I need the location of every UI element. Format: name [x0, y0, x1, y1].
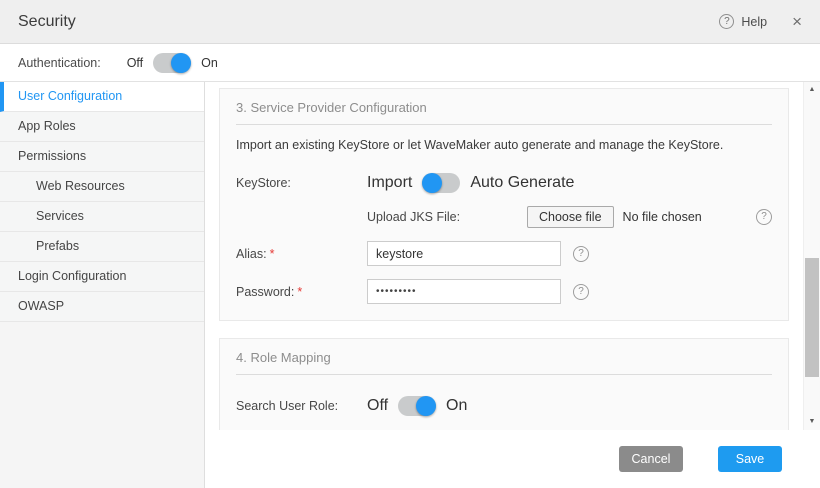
page-title: Security: [18, 13, 76, 31]
required-asterisk: *: [297, 285, 302, 299]
user-role-provider-row: Select User Role Provider: SAML ▼ ?: [236, 429, 772, 430]
section-role-mapping: 4. Role Mapping Search User Role: Off On…: [219, 338, 789, 430]
security-dialog: Security ? Help × Authentication: Off On…: [0, 0, 820, 488]
password-label-text: Password:: [236, 285, 294, 299]
authentication-label: Authentication:: [18, 56, 101, 70]
sidebar-item-user-configuration[interactable]: User Configuration: [0, 82, 204, 112]
help-icon: ?: [719, 14, 734, 29]
keystore-auto-generate-label: Auto Generate: [470, 174, 574, 192]
sidebar-item-app-roles[interactable]: App Roles: [0, 112, 204, 142]
sidebar-item-owasp[interactable]: OWASP: [0, 292, 204, 322]
sidebar-item-services[interactable]: Services: [0, 202, 204, 232]
user-role-provider-label: Select User Role Provider:: [236, 429, 367, 430]
keystore-toggle[interactable]: [422, 173, 460, 193]
help-icon[interactable]: ?: [573, 246, 589, 262]
keystore-label: KeyStore:: [236, 176, 367, 190]
authentication-bar: Authentication: Off On: [0, 44, 820, 82]
dialog-body: User Configuration App Roles Permissions…: [0, 82, 820, 488]
authentication-toggle[interactable]: [153, 53, 191, 73]
search-user-role-row: Search User Role: Off On: [236, 396, 772, 416]
sidebar-item-login-configuration[interactable]: Login Configuration: [0, 262, 204, 292]
section-divider: [236, 124, 772, 125]
file-chosen-status: No file chosen: [623, 210, 702, 224]
sidebar: User Configuration App Roles Permissions…: [0, 82, 205, 488]
section-title: 3. Service Provider Configuration: [220, 89, 788, 115]
password-label: Password:*: [236, 285, 367, 299]
vertical-scrollbar[interactable]: ▲ ▼: [803, 82, 820, 430]
alias-label-text: Alias:: [236, 247, 267, 261]
authentication-off-label: Off: [127, 56, 143, 70]
help-button[interactable]: ? Help: [719, 14, 767, 29]
alias-label: Alias:*: [236, 247, 367, 261]
toggle-knob: [422, 173, 442, 193]
help-label: Help: [741, 15, 767, 29]
dialog-header: Security ? Help ×: [0, 0, 820, 44]
scroll-up-icon[interactable]: ▲: [804, 82, 820, 98]
alias-row: Alias:* ?: [236, 241, 772, 266]
alias-input[interactable]: [367, 241, 561, 266]
sidebar-item-web-resources[interactable]: Web Resources: [0, 172, 204, 202]
section-service-provider-configuration: 3. Service Provider Configuration Import…: [219, 88, 789, 321]
toggle-knob: [416, 396, 436, 416]
help-icon[interactable]: ?: [573, 284, 589, 300]
save-button[interactable]: Save: [718, 446, 782, 472]
scroll-down-icon[interactable]: ▼: [804, 414, 820, 430]
toggle-knob: [171, 53, 191, 73]
close-icon[interactable]: ×: [792, 13, 802, 30]
upload-jks-row: Upload JKS File: Choose file No file cho…: [236, 206, 772, 228]
choose-file-button[interactable]: Choose file: [527, 206, 614, 228]
scrollbar-thumb[interactable]: [805, 258, 819, 377]
section-divider: [236, 374, 772, 375]
keystore-import-label: Import: [367, 174, 412, 192]
section-description: Import an existing KeyStore or let WaveM…: [236, 138, 772, 152]
search-user-role-label: Search User Role:: [236, 399, 367, 413]
help-icon[interactable]: ?: [756, 209, 772, 225]
cancel-button[interactable]: Cancel: [619, 446, 683, 472]
search-user-role-toggle[interactable]: [398, 396, 436, 416]
required-asterisk: *: [270, 247, 275, 261]
authentication-on-label: On: [201, 56, 218, 70]
search-user-role-off-label: Off: [367, 397, 388, 415]
upload-jks-label: Upload JKS File:: [367, 210, 527, 224]
section-title: 4. Role Mapping: [220, 339, 788, 365]
sidebar-item-prefabs[interactable]: Prefabs: [0, 232, 204, 262]
password-row: Password:* ?: [236, 279, 772, 304]
password-input[interactable]: [367, 279, 561, 304]
sidebar-item-permissions[interactable]: Permissions: [0, 142, 204, 172]
header-actions: ? Help ×: [719, 13, 802, 30]
main-content: 3. Service Provider Configuration Import…: [205, 82, 820, 488]
search-user-role-on-label: On: [446, 397, 467, 415]
scroll-viewport: 3. Service Provider Configuration Import…: [205, 82, 820, 430]
keystore-row: KeyStore: Import Auto Generate: [236, 173, 772, 193]
dialog-footer: Cancel Save: [205, 430, 820, 488]
